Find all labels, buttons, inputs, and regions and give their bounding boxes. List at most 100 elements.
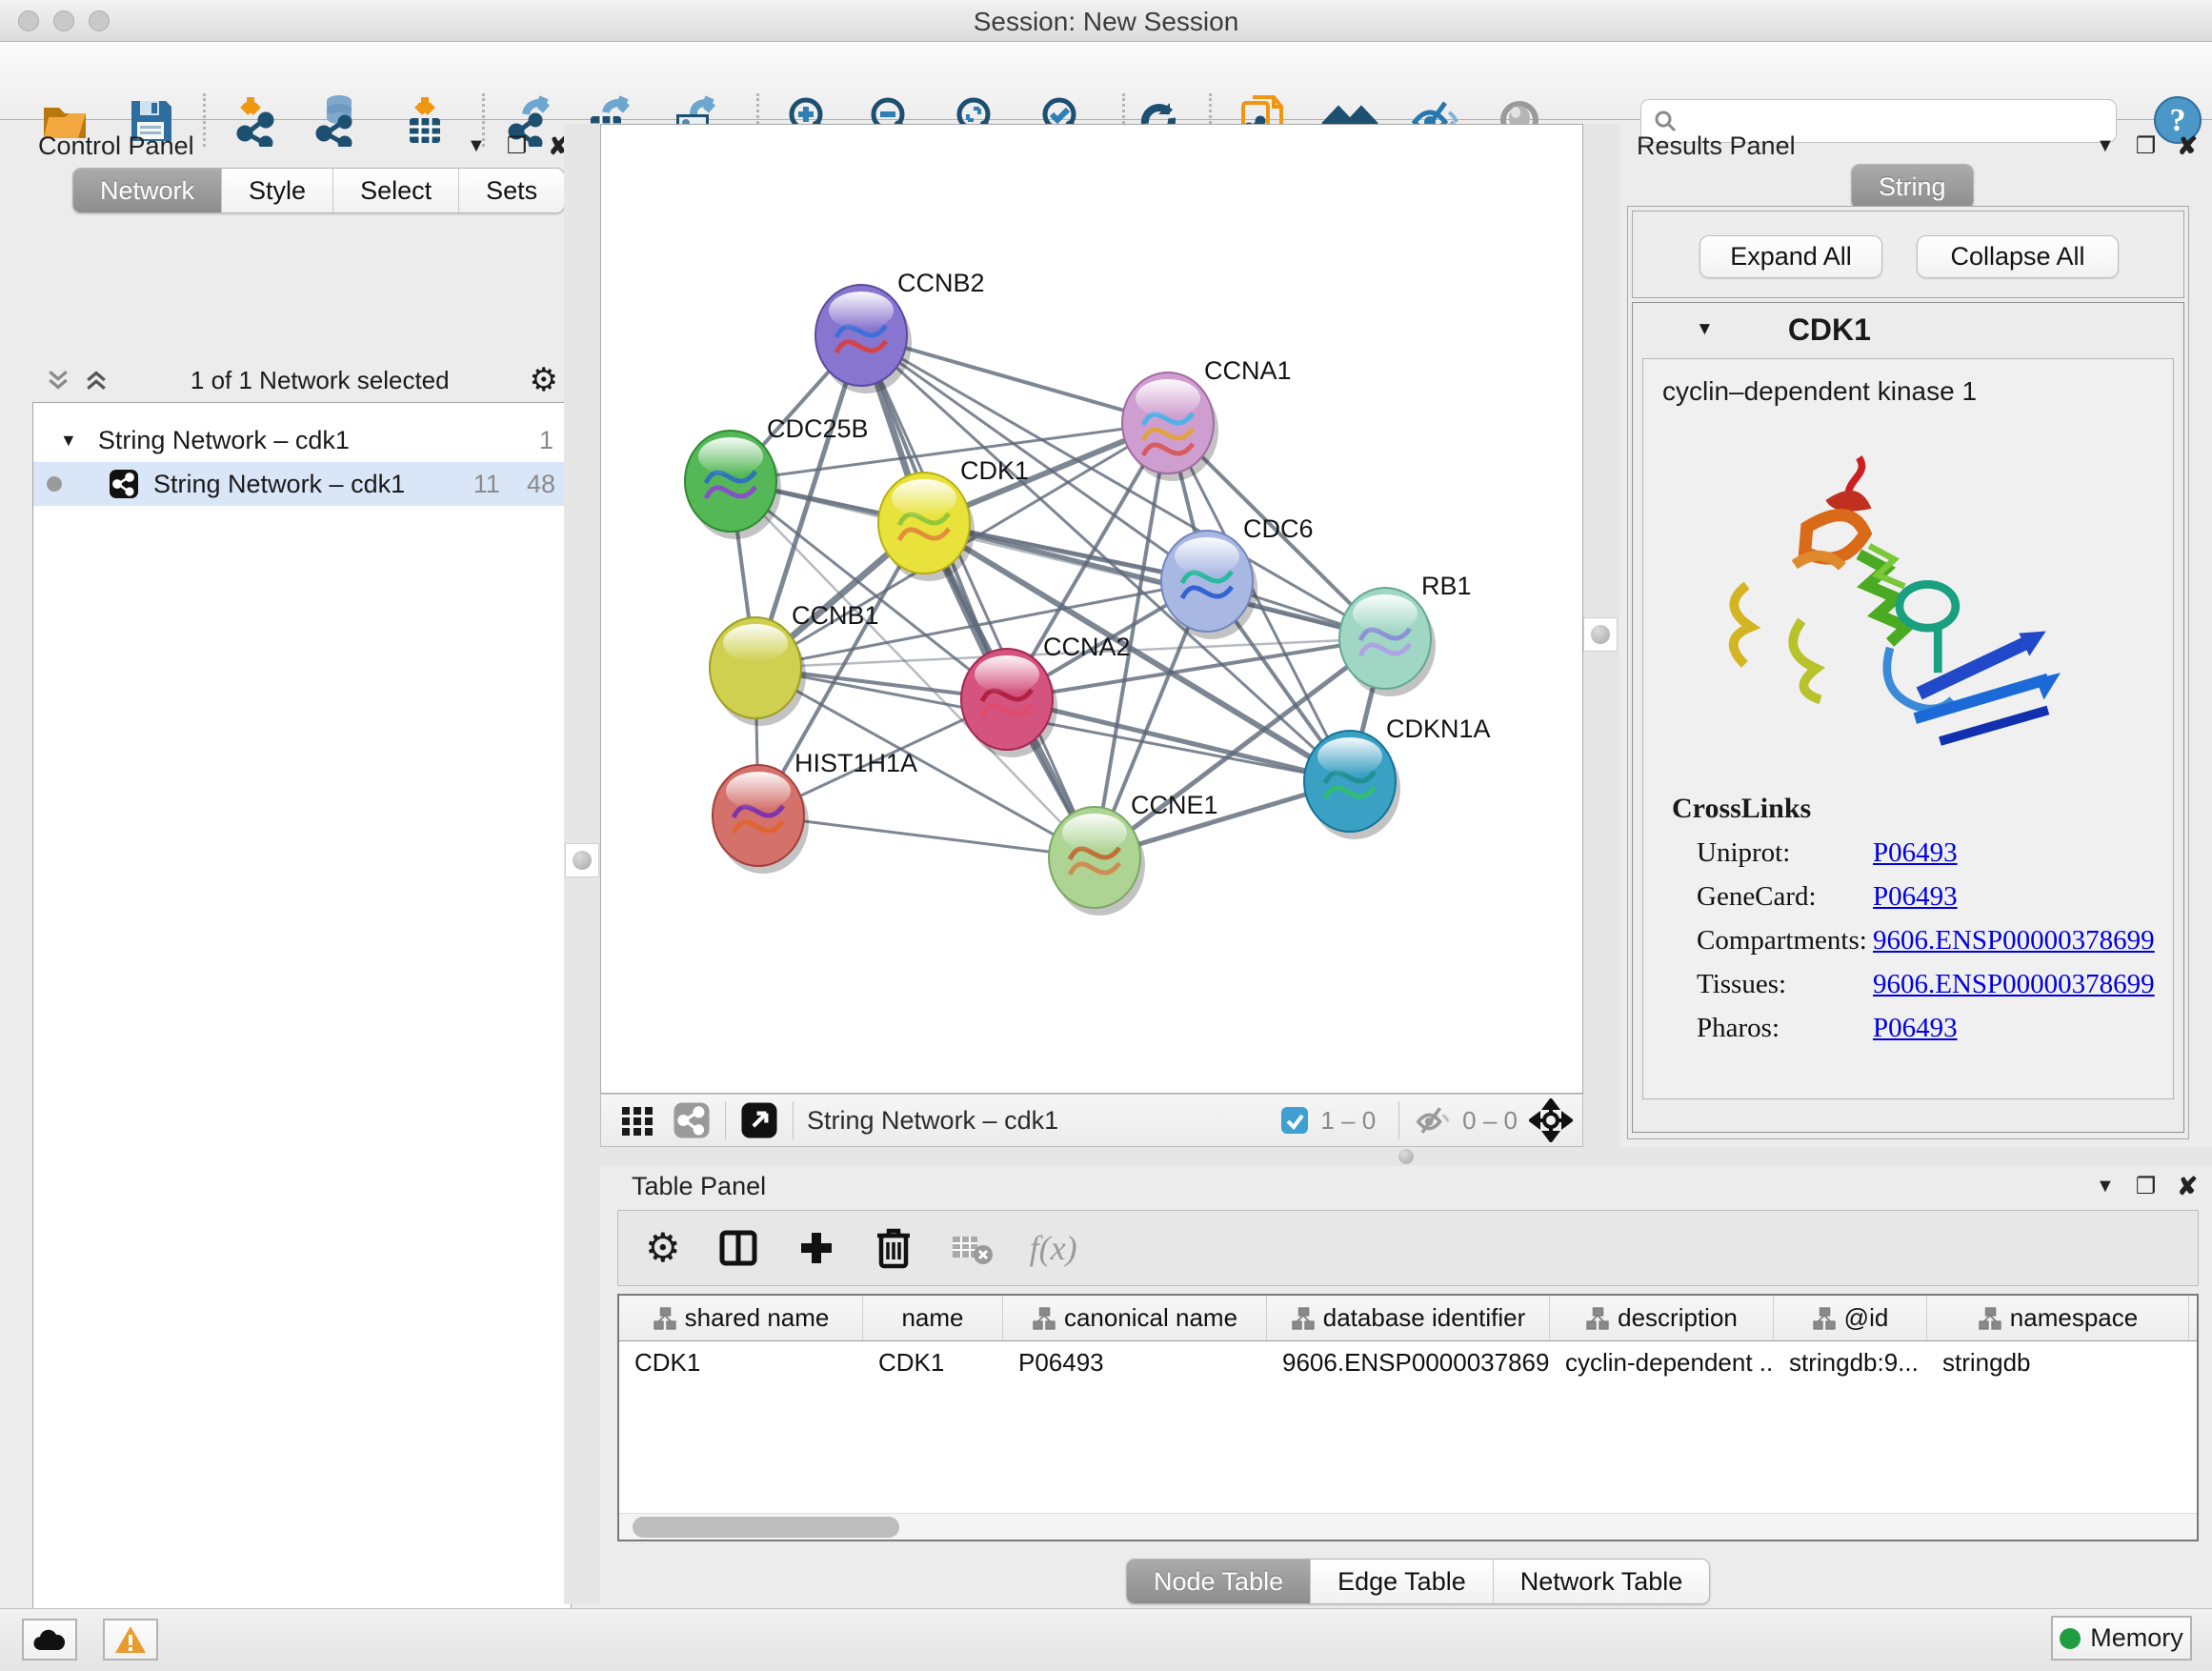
network-collection-row[interactable]: ▼ String Network – cdk1 1 [33,418,571,462]
panel-close-icon[interactable]: ✘ [2177,1172,2198,1201]
crosslink-link[interactable]: P06493 [1873,881,1958,913]
collapse-all-button[interactable]: Collapse All [1917,235,2119,278]
network-view-icon[interactable] [672,1100,712,1140]
column-header-namespace[interactable]: namespace [1927,1296,2189,1340]
network-canvas[interactable]: CCNB2CCNA1CDC25BCDK1CDC6RB1CCNB1CCNA2CDK… [600,124,1583,1094]
node-label-CDC6: CDC6 [1243,514,1314,543]
table-settings-gear-icon[interactable]: ⚙ [645,1228,681,1268]
results-panel-tabs: String [1851,164,1974,210]
column-header-label: database identifier [1323,1303,1525,1333]
tab-string[interactable]: String [1852,165,1973,209]
network-node-CDC25B[interactable]: CDC25B [685,414,869,539]
network-status-dot [47,476,62,492]
network-options-gear-icon[interactable]: ⚙ [530,361,558,399]
hidden-counts: 0 – 0 [1462,1106,1518,1136]
node-table: shared namenamecanonical name database id… [617,1294,2199,1541]
selected-counts: 1 – 0 [1320,1106,1376,1136]
network-node-HIST1H1A[interactable]: HIST1H1A [713,749,917,874]
open-external-icon[interactable] [739,1100,779,1140]
crosslink-link[interactable]: 9606.ENSP00000378699 [1873,925,2155,956]
tab-node-table[interactable]: Node Table [1127,1560,1311,1603]
table-cell[interactable]: 9606.ENSP00000378699 [1267,1341,1550,1383]
cloud-button[interactable] [22,1619,77,1661]
gene-section-header[interactable]: ▼ CDK1 [1633,303,2183,356]
memory-button[interactable]: Memory [2051,1616,2192,1661]
network-node-CDKN1A[interactable]: CDKN1A [1304,715,1491,839]
panel-menu-icon[interactable]: ▼ [467,135,486,157]
panel-menu-icon[interactable]: ▼ [2096,135,2115,157]
warnings-button[interactable] [103,1619,158,1661]
crosslink-link[interactable]: P06493 [1873,1013,1958,1044]
table-horizontal-scrollbar[interactable] [619,1513,2197,1540]
tab-style[interactable]: Style [222,169,333,212]
node-label-CDKN1A: CDKN1A [1386,715,1491,743]
scrollbar-thumb[interactable] [633,1517,899,1538]
column-type-icon [1812,1306,1837,1331]
show-columns-icon[interactable] [717,1227,759,1269]
table-cell[interactable]: CDK1 [619,1341,863,1383]
expand-all-button[interactable]: Expand All [1699,235,1882,278]
column-header-@id[interactable]: @id [1774,1296,1927,1340]
network-graph[interactable]: CCNB2CCNA1CDC25BCDK1CDC6RB1CCNB1CCNA2CDK… [601,125,1582,1093]
node-label-CCNB2: CCNB2 [897,269,985,297]
control-panel-title: Control Panel [38,131,194,161]
expand-all-icon[interactable] [82,366,111,394]
table-cell[interactable]: P06493 [1003,1341,1267,1383]
node-label-CDC25B: CDC25B [767,414,869,443]
section-collapse-icon[interactable]: ▼ [1696,319,1714,340]
column-header-database-identifier[interactable]: database identifier [1267,1296,1550,1340]
crosslink-link[interactable]: P06493 [1873,837,1958,869]
column-header-shared-name[interactable]: shared name [619,1296,863,1340]
right-splitter[interactable] [1583,124,1619,1147]
table-cell[interactable]: stringdb:9... [1774,1341,1927,1383]
tab-sets[interactable]: Sets [459,169,564,212]
network-edge-CCNB2-CCNE1[interactable] [861,335,1095,857]
right-splitter-handle[interactable] [1583,617,1618,652]
network-icon [108,468,140,500]
collection-count: 1 [539,426,553,455]
delete-column-icon[interactable] [874,1226,914,1270]
network-node-RB1[interactable]: RB1 [1339,572,1472,696]
table-row[interactable]: CDK1CDK1P064939606.ENSP00000378699cyclin… [619,1341,2197,1383]
grid-view-icon[interactable] [618,1101,656,1139]
selected-checkbox-icon[interactable] [1278,1104,1311,1137]
expand-collapse-bar: Expand All Collapse All [1632,211,2184,298]
function-builder-icon[interactable]: f(x) [1030,1228,1077,1268]
tab-select[interactable]: Select [333,169,459,212]
panel-float-icon[interactable]: ❐ [2136,132,2157,160]
column-header-canonical-name[interactable]: canonical name [1003,1296,1267,1340]
horizontal-splitter[interactable] [600,1147,2212,1166]
pan-crosshair-icon[interactable] [1529,1098,1573,1142]
column-header-name[interactable]: name [863,1296,1003,1340]
node-label-HIST1H1A: HIST1H1A [794,749,917,777]
network-row-selected[interactable]: String Network – cdk1 11 48 [33,462,571,506]
panel-float-icon[interactable]: ❐ [507,132,528,160]
protein-structure-image [1700,432,2101,775]
left-splitter-handle[interactable] [565,843,599,877]
crosslink-row: Uniprot:P06493 [1697,831,2173,875]
hidden-eye-slash-icon[interactable] [1413,1101,1451,1139]
add-column-icon[interactable] [795,1227,837,1269]
table-cell[interactable]: CDK1 [863,1341,1003,1383]
panel-float-icon[interactable]: ❐ [2136,1173,2157,1200]
table-body: CDK1CDK1P064939606.ENSP00000378699cyclin… [619,1341,2197,1383]
app-window: Session: New Session [0,0,2212,1671]
network-node-CCNB2[interactable]: CCNB2 [815,269,985,393]
left-splitter[interactable] [564,124,600,1604]
delete-table-icon[interactable] [950,1229,994,1267]
network-node-CDC6[interactable]: CDC6 [1161,514,1314,639]
tree-expand-icon[interactable]: ▼ [60,431,77,451]
node-label-CCNB1: CCNB1 [792,601,879,630]
table-cell[interactable]: stringdb [1927,1341,2189,1383]
table-cell[interactable]: cyclin-dependent ... [1550,1341,1774,1383]
panel-menu-icon[interactable]: ▼ [2096,1176,2115,1198]
horizontal-splitter-handle[interactable] [1398,1149,1414,1164]
tab-network-table[interactable]: Network Table [1494,1560,1710,1603]
panel-close-icon[interactable]: ✘ [2177,131,2198,161]
network-node-CCNA1[interactable]: CCNA1 [1122,356,1292,481]
crosslink-link[interactable]: 9606.ENSP00000378699 [1873,969,2155,1000]
collapse-all-icon[interactable] [44,366,72,394]
column-header-description[interactable]: description [1550,1296,1774,1340]
tab-edge-table[interactable]: Edge Table [1311,1560,1494,1603]
tab-network[interactable]: Network [73,169,222,212]
